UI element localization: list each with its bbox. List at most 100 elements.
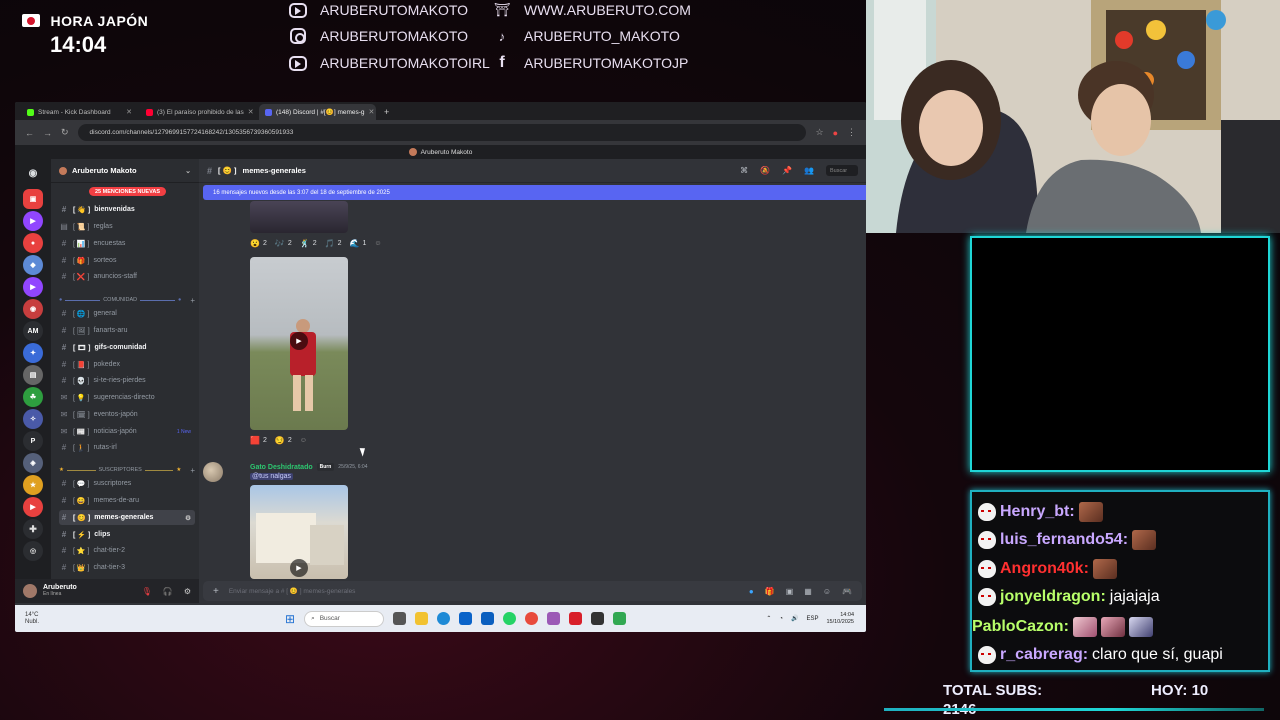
- play-icon[interactable]: ▶: [290, 559, 308, 577]
- notification-bell-icon[interactable]: 🔕: [760, 166, 770, 175]
- message-author[interactable]: Gato Deshidratado: [250, 464, 313, 471]
- outlook-icon[interactable]: [481, 612, 495, 625]
- add-reaction-icon[interactable]: ☺: [374, 240, 381, 247]
- emoji-icon[interactable]: ☺: [823, 587, 831, 596]
- reaction[interactable]: 😮 2: [250, 239, 267, 248]
- edge-icon[interactable]: [437, 612, 451, 625]
- reaction[interactable]: 🌊 1: [350, 239, 367, 248]
- channel-clips[interactable]: # [ ⚡ ] clips: [59, 527, 195, 542]
- bookmark-star-icon[interactable]: ☆: [815, 127, 823, 138]
- server-icon[interactable]: ▤: [23, 365, 43, 385]
- video-attachment[interactable]: ▶: [250, 485, 348, 579]
- members-icon[interactable]: 👥: [804, 166, 814, 175]
- channel-bienvenidas[interactable]: # [ 👋 ] bienvenidas: [59, 202, 195, 217]
- channel-encuestas[interactable]: # [ 📊 ] encuestas: [59, 236, 195, 251]
- close-icon[interactable]: ✕: [126, 108, 132, 116]
- channel-eventos-japon[interactable]: ✉ [ 🗓 ] eventos-japón: [59, 407, 195, 422]
- windows-start-icon[interactable]: ⊞: [285, 612, 295, 626]
- reaction[interactable]: 🕺 2: [300, 239, 317, 248]
- headphones-icon[interactable]: 🎧: [163, 587, 173, 596]
- reaction[interactable]: 🟥 2: [250, 436, 267, 445]
- tab-kick[interactable]: Stream - Kick Dashboard ✕: [21, 104, 138, 120]
- server-icon[interactable]: ◉: [23, 299, 43, 319]
- user-mention[interactable]: @tus nalgas: [250, 473, 294, 480]
- server-header[interactable]: Aruberuto Makoto ⌄: [51, 159, 199, 183]
- channel-anuncios-staff[interactable]: # [ ❌ ] anuncios-staff: [59, 269, 195, 284]
- menu-icon[interactable]: ⋮: [847, 127, 856, 138]
- channel-pokedex[interactable]: # [ 📕 ] pokedex: [59, 357, 195, 372]
- server-icon[interactable]: ●: [23, 233, 43, 253]
- whatsapp-icon[interactable]: [503, 612, 517, 625]
- add-server-icon[interactable]: ✚: [23, 519, 43, 539]
- video-attachment[interactable]: [250, 201, 348, 233]
- server-icon[interactable]: P: [23, 431, 43, 451]
- gear-icon[interactable]: ⚙: [184, 587, 191, 596]
- add-channel-icon[interactable]: +: [190, 466, 195, 475]
- add-channel-icon[interactable]: +: [190, 296, 195, 305]
- close-icon[interactable]: ✕: [369, 108, 375, 116]
- play-icon[interactable]: ▶: [290, 332, 308, 350]
- channel-gifs-comunidad[interactable]: # [ 🎞 ] gifs-comunidad: [59, 340, 195, 355]
- file-explorer-icon[interactable]: [415, 612, 429, 625]
- avatar[interactable]: [23, 584, 37, 598]
- server-icon[interactable]: AM: [23, 321, 43, 341]
- message-input[interactable]: Enviar mensaje a # [ 😊 ] memes-generales: [229, 587, 356, 595]
- server-icon[interactable]: ✦: [23, 343, 43, 363]
- gif-icon[interactable]: ▣: [786, 587, 794, 596]
- category-comunidad[interactable]: ● COMUNIDAD ● +: [59, 294, 195, 306]
- reload-icon[interactable]: ↻: [61, 127, 69, 138]
- channel-rutas-irl[interactable]: # [ 🚶 ] rutas-irl: [59, 440, 195, 455]
- app-icon[interactable]: [569, 612, 583, 625]
- server-icon[interactable]: ◆: [23, 255, 43, 275]
- nitro-icon[interactable]: ●: [749, 587, 754, 596]
- store-icon[interactable]: [459, 612, 473, 625]
- app-icon[interactable]: [613, 612, 627, 625]
- channel-chat-tier-2[interactable]: # [ ⭐ ] chat-tier-2: [59, 543, 195, 558]
- sticker-icon[interactable]: ▦: [804, 587, 812, 596]
- url-field[interactable]: discord.com/channels/1279699157724168242…: [77, 124, 807, 141]
- reaction[interactable]: 😏 2: [275, 436, 292, 445]
- server-icon[interactable]: ◈: [23, 453, 43, 473]
- app-icon[interactable]: [547, 612, 561, 625]
- reaction[interactable]: 🎵 2: [325, 239, 342, 248]
- apps-icon[interactable]: 🎮: [842, 587, 852, 596]
- taskbar-search[interactable]: ⌕ Buscar: [304, 610, 385, 627]
- tab-discord[interactable]: (148) Discord | #[😊] memes-g ✕: [259, 104, 376, 120]
- threads-icon[interactable]: ⌘: [740, 166, 748, 175]
- chevron-up-icon[interactable]: ⌃: [766, 615, 771, 622]
- new-tab-button[interactable]: +: [378, 104, 398, 120]
- network-icon[interactable]: ◔: [779, 616, 783, 622]
- video-attachment[interactable]: ▶: [250, 257, 348, 430]
- add-attachment-icon[interactable]: +: [213, 586, 219, 597]
- channel-fanarts-aru[interactable]: # [ 🖼 ] fanarts-aru: [59, 323, 195, 338]
- taskbar-clock[interactable]: 14:04 15/10/2025: [826, 612, 854, 625]
- volume-icon[interactable]: 🔊: [791, 615, 798, 622]
- channel-settings-icon[interactable]: ⚙: [185, 514, 195, 522]
- channel-chat-tier-3[interactable]: # [ 👑 ] chat-tier-3: [59, 560, 195, 575]
- weather-widget[interactable]: 14°C Nubl.: [15, 612, 85, 625]
- channel-sugerencias-directo[interactable]: ✉ [ 💡 ] sugerencias-directo: [59, 390, 195, 405]
- tab-youtube[interactable]: (3) El paraíso prohibido de las ✕: [140, 104, 257, 120]
- back-icon[interactable]: ←: [25, 128, 34, 138]
- reaction[interactable]: 🎶 2: [275, 239, 292, 248]
- gift-icon[interactable]: 🎁: [765, 587, 775, 596]
- channel-memes-de-aru[interactable]: # [ 😄 ] memes-de-aru: [59, 493, 195, 508]
- avatar[interactable]: [203, 462, 223, 482]
- close-icon[interactable]: ✕: [248, 108, 254, 116]
- mute-mic-icon[interactable]: 🎙: [142, 587, 152, 596]
- channel-suscriptores[interactable]: # [ 💬 ] suscriptores: [59, 476, 195, 491]
- server-icon[interactable]: ☘: [23, 387, 43, 407]
- channel-noticias-japon[interactable]: ✉ [ 📰 ] noticias-japón 1 New: [59, 424, 195, 439]
- forward-icon[interactable]: →: [43, 128, 52, 138]
- server-icon[interactable]: ▶: [23, 497, 43, 517]
- chevron-down-icon[interactable]: ⌄: [185, 167, 191, 175]
- server-icon[interactable]: ★: [23, 475, 43, 495]
- pin-icon[interactable]: 📌: [782, 166, 792, 175]
- chrome-icon[interactable]: [525, 612, 539, 625]
- discord-home-icon[interactable]: ◉: [23, 163, 43, 183]
- new-messages-bar[interactable]: 16 mensajes nuevos desde las 3:07 del 18…: [203, 185, 866, 200]
- channel-sorteos[interactable]: # [ 🎁 ] sorteos: [59, 253, 195, 268]
- language-indicator[interactable]: ESP: [806, 616, 818, 622]
- channel-si-te-ries-pierdes[interactable]: # [ 💀 ] si-te-ries-pierdes: [59, 373, 195, 388]
- search-input[interactable]: Buscar: [826, 165, 858, 176]
